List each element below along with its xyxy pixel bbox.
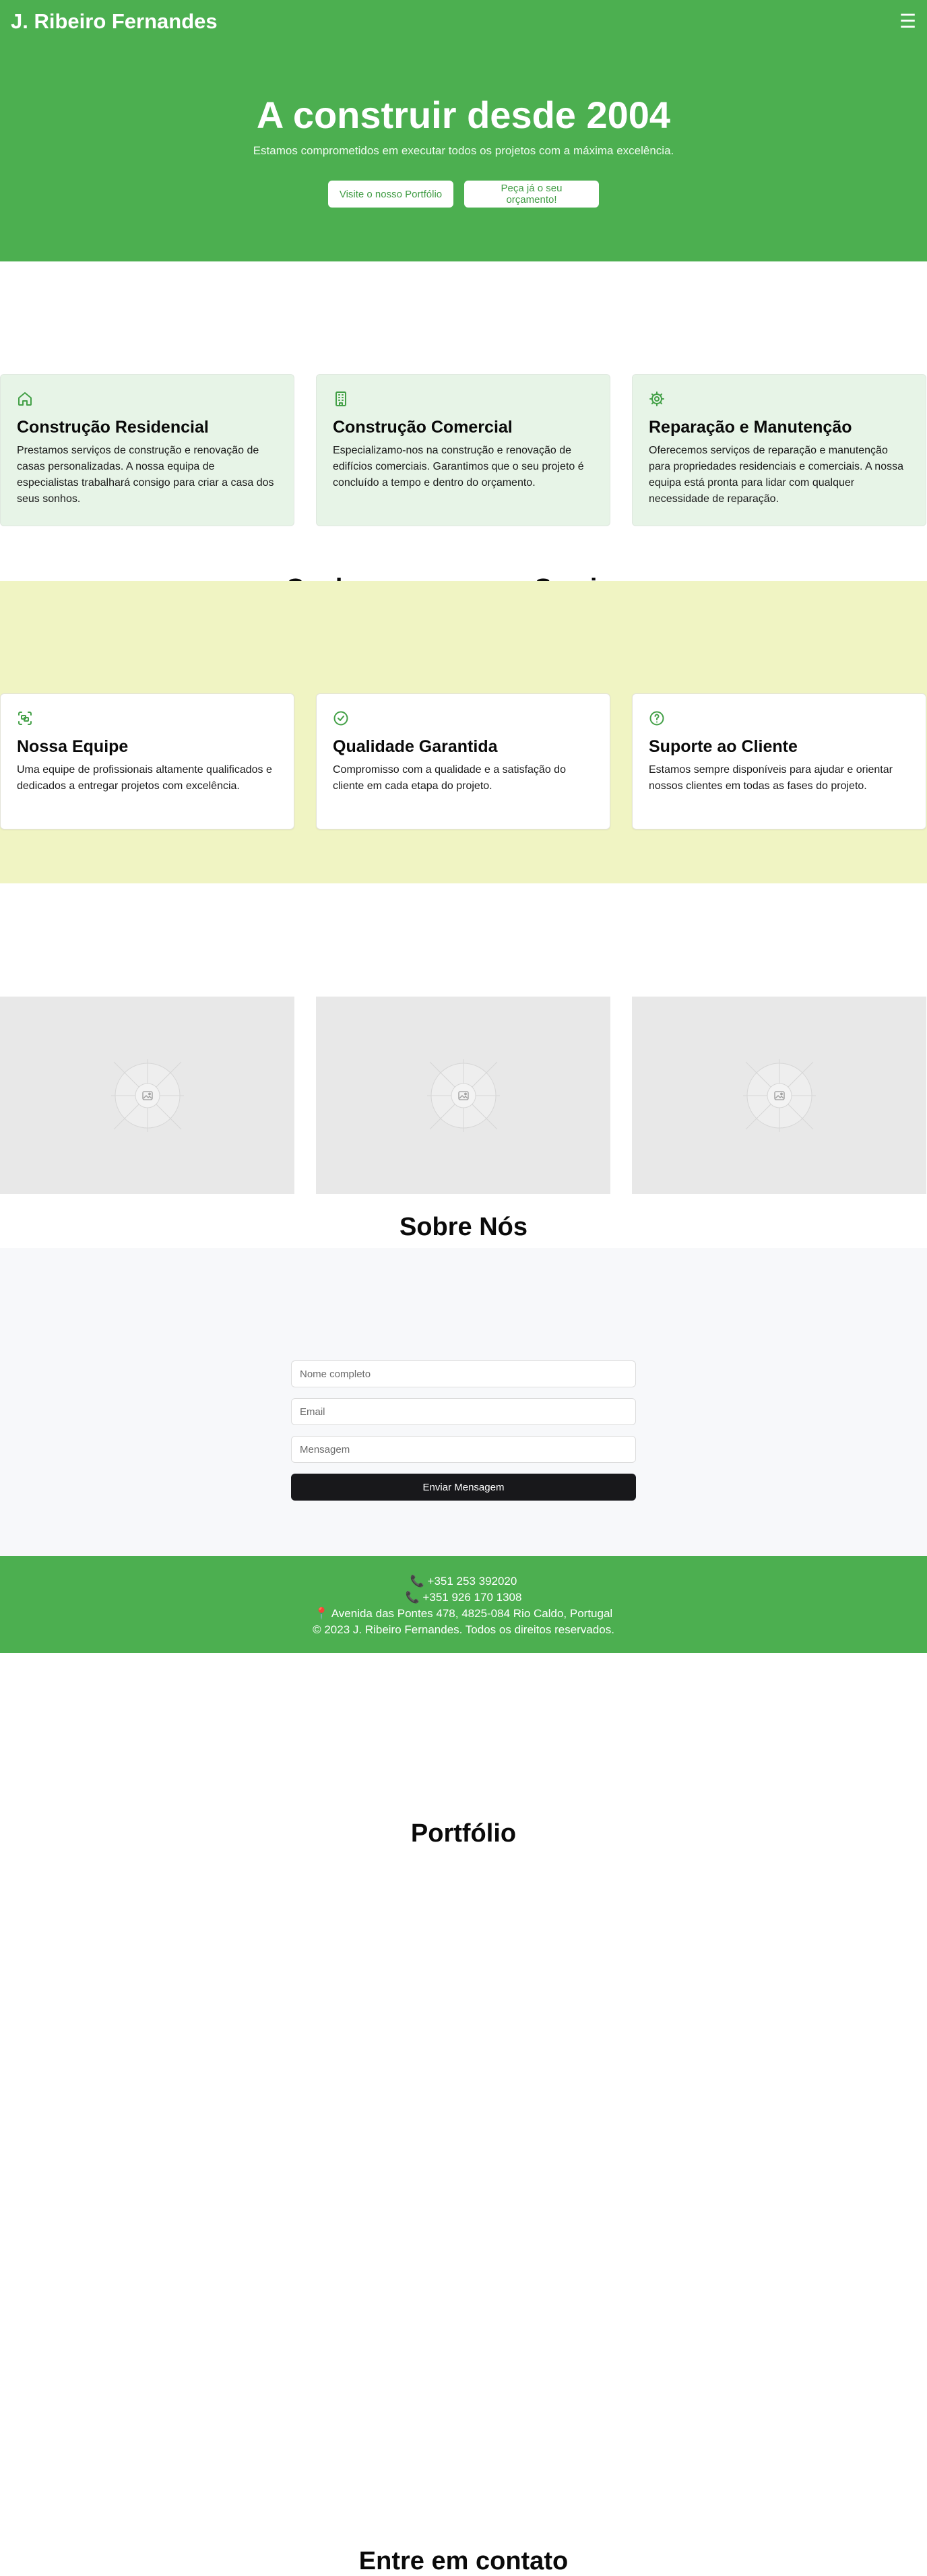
help-circle-icon — [649, 711, 664, 726]
gear-icon — [649, 391, 664, 406]
portfolio-image[interactable] — [0, 997, 294, 1194]
service-text: Especializamo-nos na construção e renova… — [333, 445, 584, 489]
quote-button[interactable]: Peça já o seu orçamento! — [464, 181, 599, 208]
portfolio-title: Portfólio — [410, 1819, 517, 1848]
service-title: Reparação e Manutenção — [649, 418, 852, 437]
team-icon — [18, 712, 32, 725]
about-text: Estamos sempre disponíveis para ajudar e… — [649, 764, 893, 792]
about-title-item: Suporte ao Cliente — [649, 737, 798, 756]
footer: 📞 +351 253 392020 📞 +351 926 170 1308 📍 … — [0, 1556, 927, 1653]
footer-copyright: © 2023 J. Ribeiro Fernandes. Todos os di… — [313, 1623, 614, 1636]
about-title-item: Qualidade Garantida — [333, 737, 498, 756]
about-text: Compromisso com a qualidade e a satisfaç… — [333, 764, 566, 792]
brand-logo-text[interactable]: J. Ribeiro Fernandes — [11, 9, 218, 34]
services-cards: Construção Residencial Prestamos serviço… — [0, 374, 927, 526]
footer-address: 📍 Avenida das Pontes 478, 4825-084 Rio C… — [314, 1607, 613, 1620]
about-text: Uma equipe de profissionais altamente qu… — [17, 764, 272, 792]
service-card-repair: Reparação e Manutenção Oferecemos serviç… — [632, 374, 926, 526]
footer-phone-2: 📞 +351 926 170 1308 — [405, 1591, 522, 1604]
service-text: Prestamos serviços de construção e renov… — [17, 445, 274, 505]
image-placeholder-icon — [110, 1059, 184, 1132]
about-cards: Nossa Equipe Uma equipe de profissionais… — [0, 693, 927, 829]
check-circle-icon — [333, 711, 348, 726]
image-placeholder-icon — [426, 1059, 500, 1132]
service-card-residential: Construção Residencial Prestamos serviço… — [0, 374, 294, 526]
about-card-team: Nossa Equipe Uma equipe de profissionais… — [0, 693, 294, 829]
name-field[interactable] — [291, 1360, 636, 1387]
service-text: Oferecemos serviços de reparação e manut… — [649, 445, 903, 505]
footer-phone-1: 📞 +351 253 392020 — [410, 1575, 517, 1588]
contact-title: Entre em contato — [358, 2547, 569, 2575]
contact-form: Enviar Mensagem — [291, 1360, 636, 1501]
email-field[interactable] — [291, 1398, 636, 1425]
hero-section: J. Ribeiro Fernandes ☰ A construir desde… — [0, 0, 927, 261]
message-field[interactable] — [291, 1436, 636, 1463]
about-title-item: Nossa Equipe — [17, 737, 129, 756]
about-card-support: Suporte ao Cliente Estamos sempre dispon… — [632, 693, 926, 829]
portfolio-image[interactable] — [316, 997, 610, 1194]
portfolio-image[interactable] — [632, 997, 926, 1194]
house-icon — [18, 392, 32, 406]
send-message-button[interactable]: Enviar Mensagem — [291, 1474, 636, 1501]
menu-icon[interactable]: ☰ — [899, 9, 916, 34]
building-icon — [335, 391, 346, 406]
service-title: Construção Comercial — [333, 418, 513, 437]
portfolio-button[interactable]: Visite o nosso Portfólio — [328, 181, 453, 208]
about-card-quality: Qualidade Garantida Compromisso com a qu… — [316, 693, 610, 829]
service-card-commercial: Construção Comercial Especializamo-nos n… — [316, 374, 610, 526]
hero-buttons: Visite o nosso Portfólio Peça já o seu o… — [0, 181, 927, 208]
hero-title: A construir desde 2004 — [256, 94, 671, 136]
hero-subtitle: Estamos comprometidos em executar todos … — [253, 144, 674, 157]
portfolio-grid — [0, 997, 927, 1194]
image-placeholder-icon — [742, 1059, 816, 1132]
service-title: Construção Residencial — [17, 418, 209, 437]
